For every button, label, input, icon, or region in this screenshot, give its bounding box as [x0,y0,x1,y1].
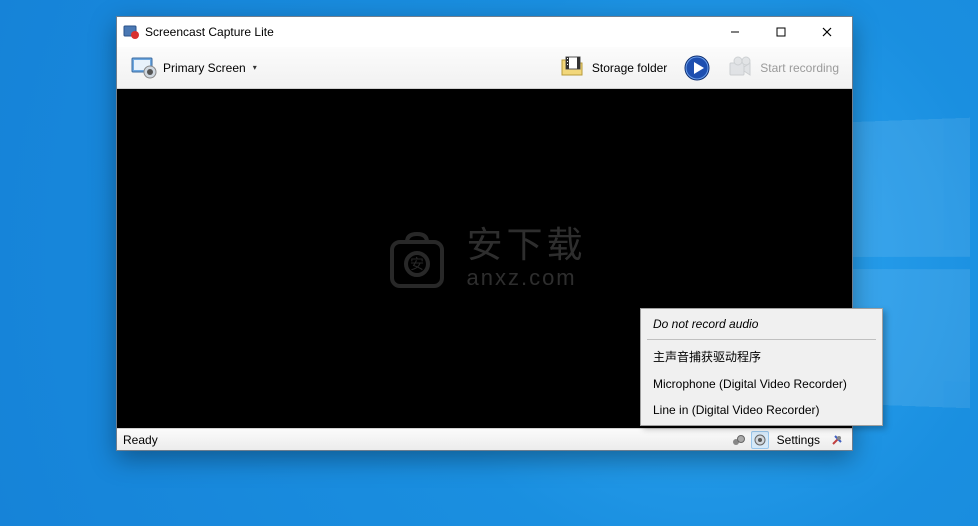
storage-folder-label: Storage folder [592,61,667,75]
svg-text:安: 安 [410,256,424,272]
tools-icon[interactable] [828,431,846,449]
minimize-button[interactable] [712,17,758,47]
folder-film-icon [559,54,587,82]
start-recording-label: Start recording [760,61,839,75]
window-title: Screencast Capture Lite [145,25,712,39]
play-button[interactable] [676,50,718,86]
watermark-line2: anxz.com [466,265,586,291]
statusbar: Ready Settings [117,428,852,450]
window-controls [712,17,850,47]
play-icon [683,54,711,82]
camera-record-icon [727,54,755,82]
chevron-down-icon: ▾ [253,63,257,72]
menu-item-microphone[interactable]: Microphone (Digital Video Recorder) [643,371,880,397]
status-ready: Ready [123,433,725,447]
primary-screen-label: Primary Screen [163,61,246,75]
audio-device-icon[interactable] [729,431,747,449]
toolbar: Primary Screen ▾ Storage folder [117,47,852,89]
close-button[interactable] [804,17,850,47]
watermark-bag-icon: 安 [382,224,452,294]
maximize-button[interactable] [758,17,804,47]
audio-context-menu: Do not record audio 主声音捕获驱动程序 Microphone… [640,308,883,426]
audio-settings-icon[interactable] [751,431,769,449]
app-icon [123,24,139,40]
settings-button[interactable]: Settings [773,433,824,447]
screen-icon [130,54,158,82]
menu-item-linein[interactable]: Line in (Digital Video Recorder) [643,397,880,423]
start-recording-button[interactable]: Start recording [720,50,846,86]
menu-separator [647,339,876,340]
menu-item-primary-driver[interactable]: 主声音捕获驱动程序 [643,342,880,371]
menu-item-no-audio[interactable]: Do not record audio [643,311,880,337]
watermark-text: 安下载 anxz.com [466,227,586,291]
watermark-line1: 安下载 [466,227,586,263]
storage-folder-button[interactable]: Storage folder [552,50,674,86]
titlebar: Screencast Capture Lite [117,17,852,47]
watermark: 安 安下载 anxz.com [382,224,586,294]
primary-screen-dropdown[interactable]: Primary Screen ▾ [123,50,264,86]
